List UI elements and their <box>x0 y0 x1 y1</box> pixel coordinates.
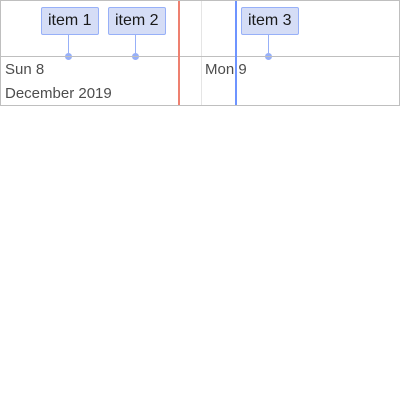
timeline[interactable]: item 1 item 2 item 3 Sun 8 Mon 9 Decembe… <box>0 0 400 106</box>
timeline-item-2[interactable]: item 2 <box>108 7 166 35</box>
timeline-item-area[interactable]: item 1 item 2 item 3 <box>1 1 399 60</box>
timeline-item-1[interactable]: item 1 <box>41 7 99 35</box>
axis-minor-label-mon-9: Mon 9 <box>205 61 247 78</box>
custom-time-marker[interactable] <box>235 1 237 105</box>
current-time-marker <box>178 1 180 105</box>
timeline-item-3[interactable]: item 3 <box>241 7 299 35</box>
axis-major-label-month: December 2019 <box>5 85 112 102</box>
axis-minor-label-sun-8: Sun 8 <box>5 61 45 78</box>
